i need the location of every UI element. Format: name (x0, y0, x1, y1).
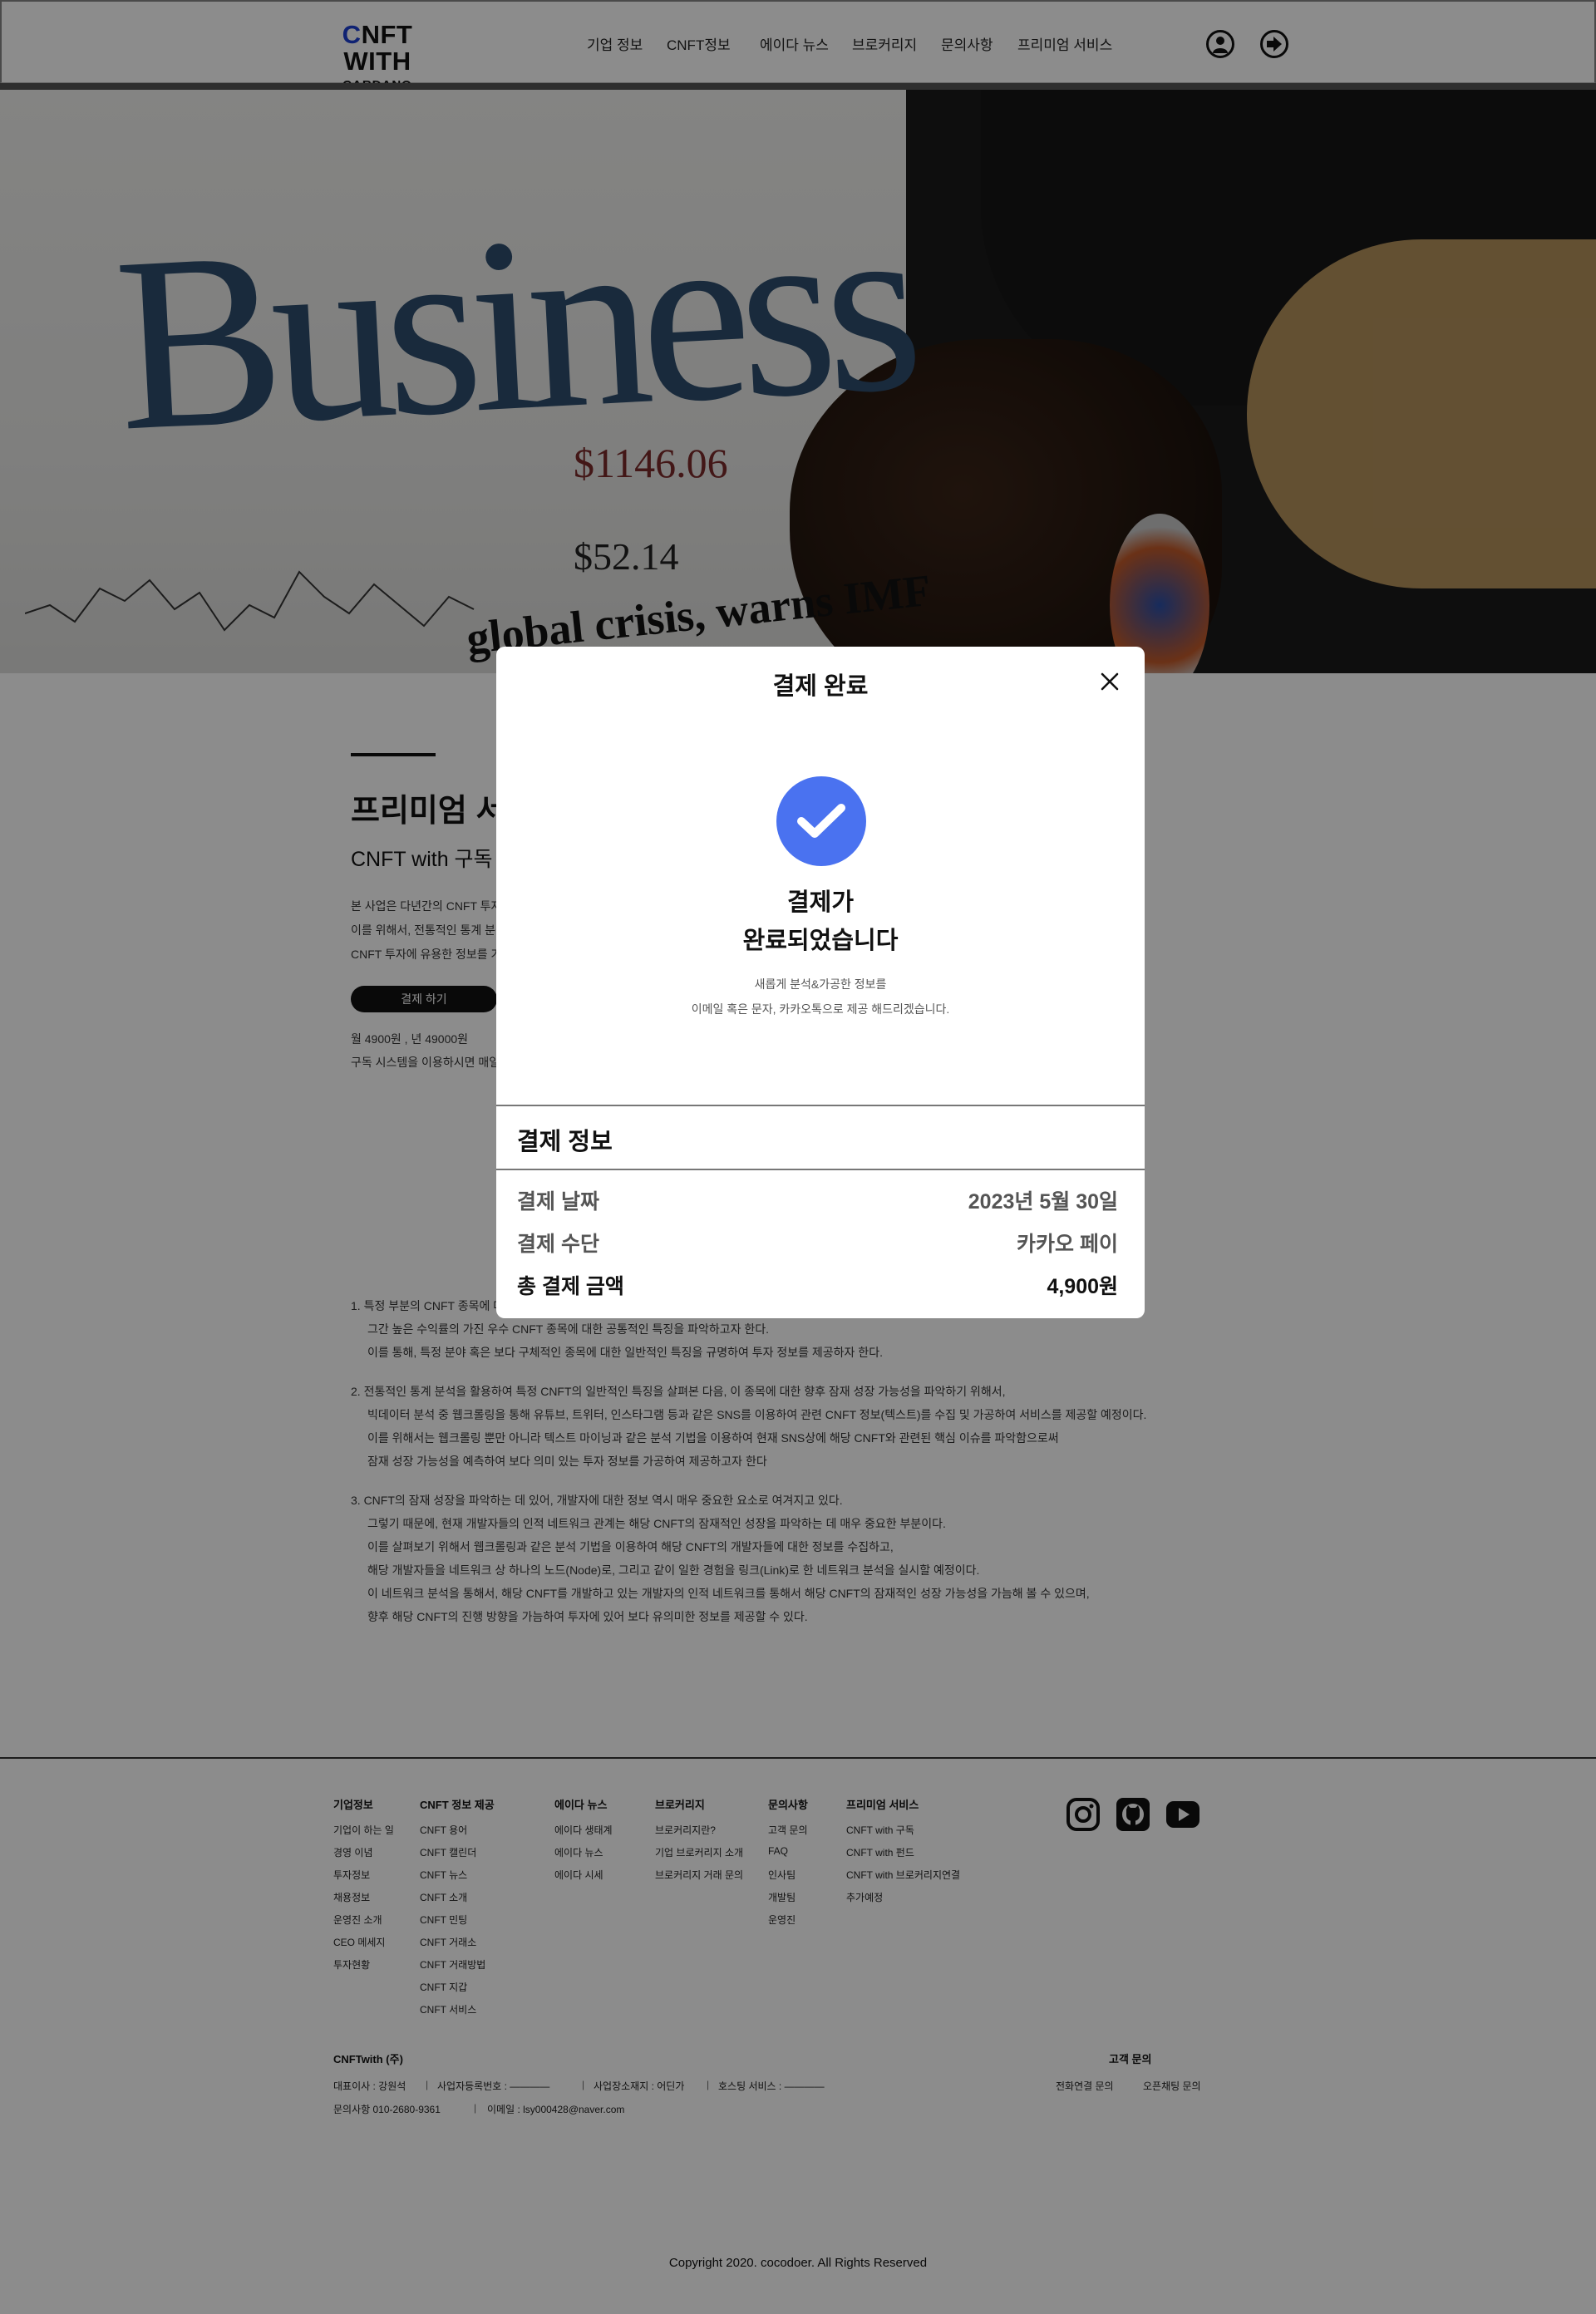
divider (496, 1169, 1145, 1170)
payment-method-value: 카카오 페이 (1017, 1233, 1118, 1256)
done-message-line1: 결제가 (786, 889, 855, 916)
modal-title: 결제 완료 (772, 673, 869, 700)
total-amount-label: 총 결제 금액 (517, 1275, 624, 1298)
done-message-line2: 완료되었습니다 (742, 928, 899, 954)
close-icon[interactable] (1100, 672, 1120, 692)
payment-complete-modal: 결제 완료 결제가 완료되었습니다 새롭게 분석&가공한 정보를 이메일 혹은 … (496, 647, 1145, 1318)
divider (496, 1105, 1145, 1106)
payment-date-label: 결제 날짜 (517, 1190, 599, 1214)
payment-date-value: 2023년 5월 30일 (968, 1190, 1118, 1214)
done-note-line1: 새롭게 분석&가공한 정보를 (754, 977, 887, 991)
done-note-line2: 이메일 혹은 문자, 카카오톡으로 제공 해드리겠습니다. (691, 1002, 950, 1016)
total-amount-value: 4,900원 (1047, 1275, 1118, 1298)
check-circle-icon (776, 776, 866, 866)
payment-info-title: 결제 정보 (517, 1129, 613, 1155)
payment-method-label: 결제 수단 (517, 1233, 599, 1256)
